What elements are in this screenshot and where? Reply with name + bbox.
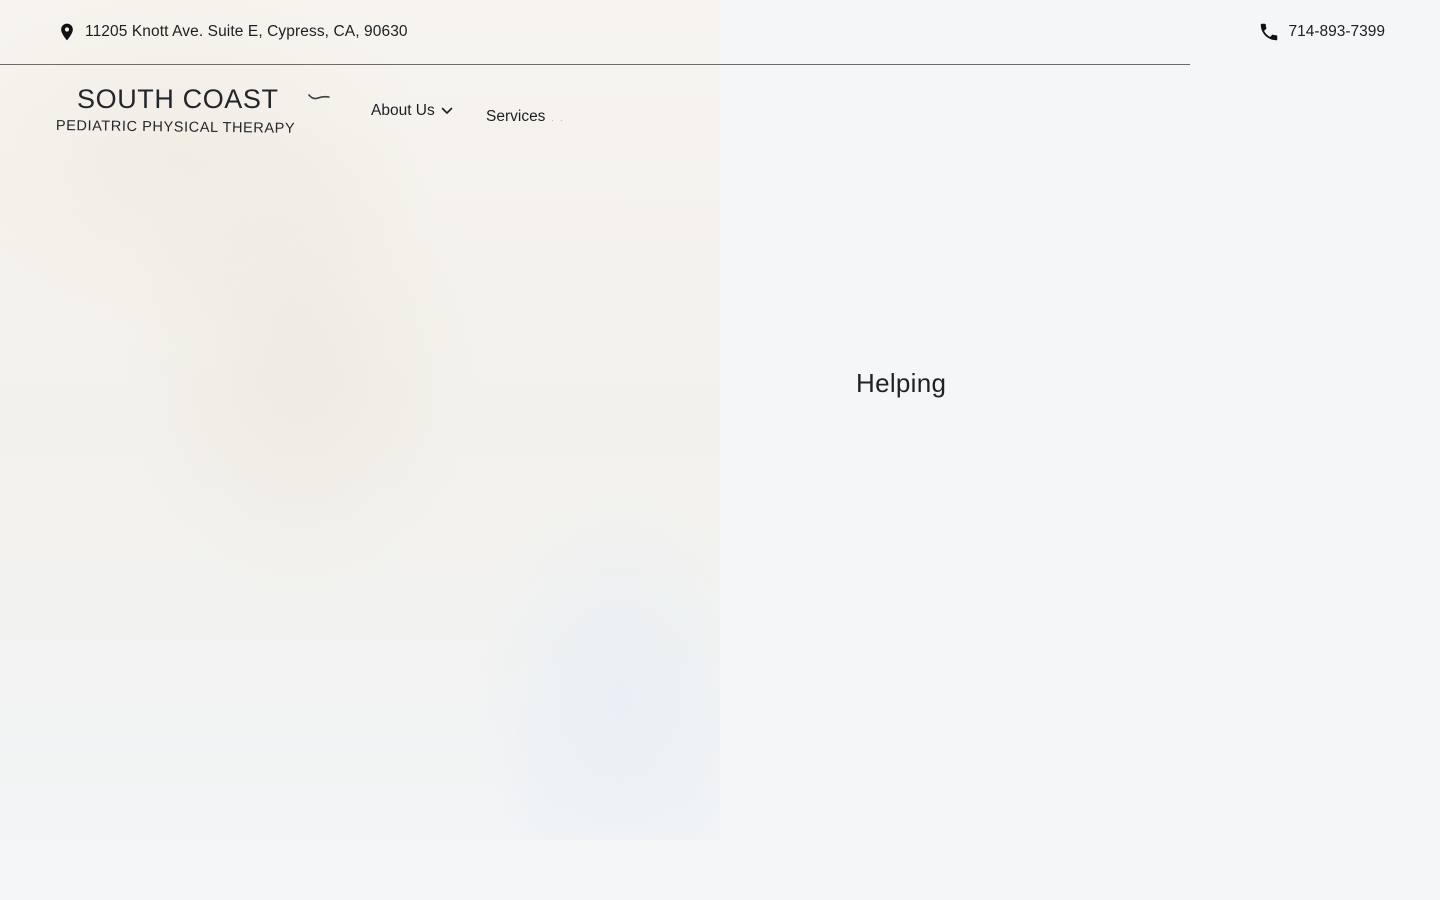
chevron-down-icon: [552, 120, 563, 121]
phone-text: 714-893-7399: [1288, 23, 1385, 40]
chevron-down-icon: [441, 107, 453, 114]
page: 11205 Knott Ave. Suite E, Cypress, CA, 9…: [0, 0, 1440, 900]
logo-subtitle: PEDIATRIC PHYSICAL THERAPY: [56, 118, 296, 137]
logo-title: SOUTH COAST: [77, 84, 279, 114]
address-link[interactable]: 11205 Knott Ave. Suite E, Cypress, CA, 9…: [57, 20, 408, 44]
site-logo[interactable]: SOUTH COAST PEDIATRIC PHYSICAL THERAPY: [56, 84, 336, 138]
nav-item-label: Services: [486, 108, 546, 121]
hero-heading: Helping: [856, 368, 947, 398]
address-text: 11205 Knott Ave. Suite E, Cypress, CA, 9…: [85, 23, 408, 40]
nav-item-services[interactable]: Services: [486, 108, 563, 121]
nav-item-label: About Us: [371, 102, 435, 119]
top-bar-divider: [0, 64, 1190, 65]
map-pin-icon: [61, 23, 73, 41]
phone-link[interactable]: 714-893-7399: [1258, 20, 1385, 44]
phone-icon: [1261, 23, 1278, 41]
nav-item-about-us[interactable]: About Us: [371, 99, 453, 123]
bird-icon: [308, 94, 330, 100]
top-bar: 11205 Knott Ave. Suite E, Cypress, CA, 9…: [0, 0, 1440, 64]
